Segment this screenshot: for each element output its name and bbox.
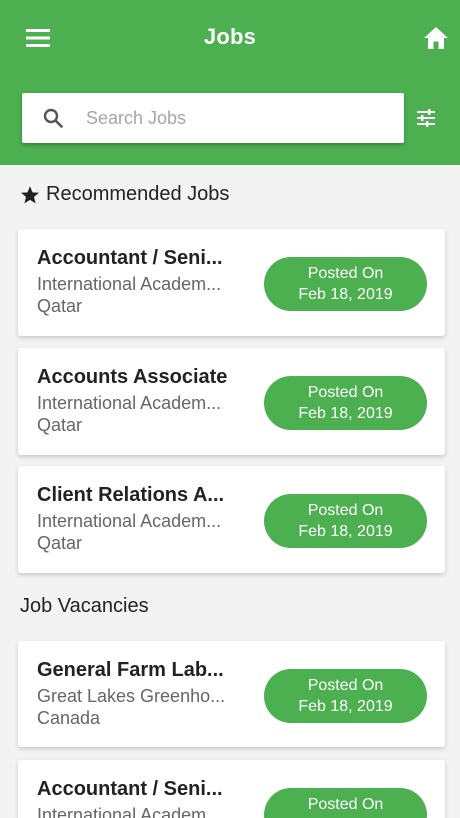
search-box (22, 93, 404, 143)
home-icon (424, 27, 448, 49)
job-location: Canada (37, 708, 101, 728)
posted-date: Feb 18, 2019 (298, 523, 393, 540)
posted-date: Feb 18, 2019 (298, 286, 393, 303)
posted-label: Posted On (307, 502, 384, 519)
posted-date: Feb 18, 2019 (298, 698, 393, 715)
job-card[interactable]: Accountant / Seni... International Acade… (18, 760, 445, 818)
job-card[interactable]: Accountant / Seni... International Acade… (18, 229, 445, 336)
job-location: Qatar (37, 296, 83, 316)
star-icon (20, 185, 40, 205)
section-title-label: Job Vacancies (20, 595, 149, 617)
posted-date-badge[interactable]: Posted On Feb 18, 2019 (264, 494, 427, 548)
job-company: Great Lakes Greenho... (37, 686, 226, 706)
job-company: International Academ... (37, 511, 222, 531)
job-card[interactable]: Client Relations A... International Acad… (18, 466, 445, 573)
posted-label: Posted On (307, 796, 384, 813)
search-icon (42, 107, 64, 129)
posted-label: Posted On (307, 384, 384, 401)
job-location: Qatar (37, 415, 83, 435)
job-company: International Academ... (37, 393, 222, 413)
search-input[interactable] (86, 107, 366, 129)
page-title: Jobs (203, 24, 257, 49)
posted-date-badge[interactable]: Posted On Feb 18, 2019 (264, 257, 427, 311)
job-company: International Academ... (37, 274, 222, 294)
section-title-vacancies: Job Vacancies (20, 595, 149, 618)
posted-date-badge[interactable]: Posted On Feb 18, 2019 (264, 376, 427, 430)
posted-label: Posted On (307, 265, 384, 282)
job-title: Accountant / Seni... (37, 778, 223, 800)
job-card[interactable]: General Farm Lab... Great Lakes Greenho.… (18, 641, 445, 747)
section-title-label: Recommended Jobs (46, 183, 230, 205)
posted-date-badge[interactable]: Posted On Feb 18, 2019 (264, 669, 427, 723)
job-location: Qatar (37, 533, 83, 553)
posted-label: Posted On (307, 677, 384, 694)
job-title: Accountant / Seni... (37, 247, 223, 269)
job-card[interactable]: Accounts Associate International Academ.… (18, 348, 445, 455)
job-title: Client Relations A... (37, 484, 225, 506)
section-title-recommended: Recommended Jobs (20, 183, 229, 206)
app-bar: Jobs (0, 0, 460, 165)
filter-button[interactable] (412, 104, 440, 132)
posted-date-badge[interactable]: Posted On (264, 788, 427, 818)
posted-date: Feb 18, 2019 (298, 405, 393, 422)
job-title: Accounts Associate (37, 366, 228, 388)
tune-sliders-icon (417, 109, 435, 127)
job-title: General Farm Lab... (37, 659, 224, 681)
job-company: International Academ... (37, 805, 222, 818)
home-button[interactable] (420, 22, 452, 54)
